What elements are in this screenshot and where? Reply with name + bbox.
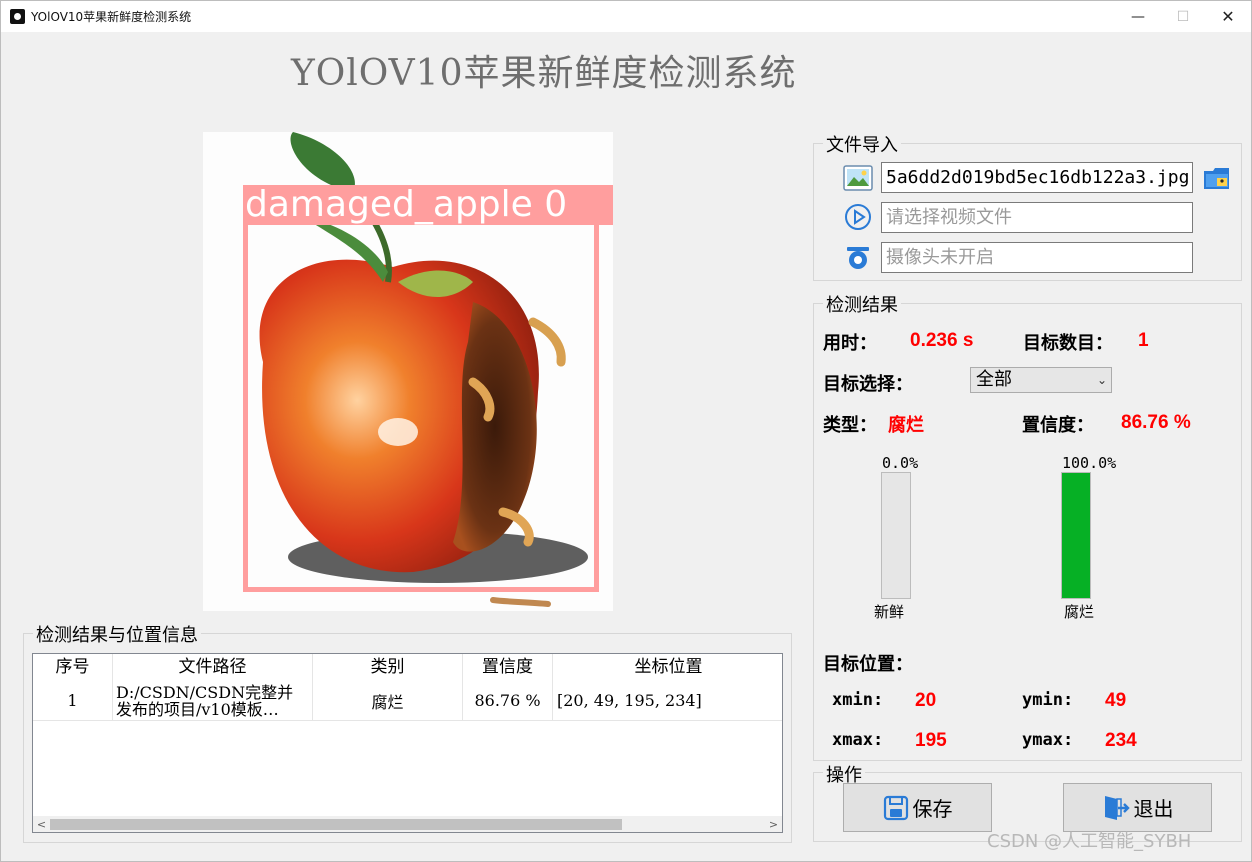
chevron-down-icon: ⌄ — [1096, 373, 1107, 387]
scrollbar-thumb[interactable] — [50, 819, 622, 830]
fresh-progress-bar — [881, 472, 911, 599]
column-header-index[interactable]: 序号 — [33, 654, 113, 681]
save-icon — [883, 795, 908, 820]
close-button[interactable]: ✕ — [1205, 1, 1251, 32]
cell-coords[interactable]: [20, 49, 195, 234] — [553, 681, 782, 720]
ymax-value: 234 — [1105, 730, 1137, 751]
ymin-value: 49 — [1105, 690, 1127, 711]
title-bar: YOlOV10苹果新鲜度检测系统 — ☐ ✕ — [1, 1, 1251, 32]
save-button[interactable]: 保存 — [843, 783, 992, 832]
file-import-title: 文件导入 — [823, 131, 901, 157]
column-header-coords[interactable]: 坐标位置 — [553, 654, 782, 681]
confidence-value: 86.76 % — [1121, 412, 1191, 433]
results-table-title: 检测结果与位置信息 — [33, 621, 201, 647]
video-file-field[interactable]: 请选择视频文件 — [881, 202, 1193, 233]
image-file-icon[interactable] — [843, 163, 873, 193]
column-header-confidence[interactable]: 置信度 — [463, 654, 553, 681]
window-title: YOlOV10苹果新鲜度检测系统 — [31, 10, 192, 24]
xmin-label: xmin: — [832, 690, 884, 710]
cell-confidence[interactable]: 86.76 % — [463, 681, 553, 720]
cell-path-line1: D:/CSDN/CSDN完整并 — [116, 682, 294, 702]
row-divider — [33, 720, 782, 721]
ymax-label: ymax: — [1022, 730, 1074, 750]
rotten-progress-bar — [1061, 472, 1091, 599]
maximize-button[interactable]: ☐ — [1160, 1, 1206, 32]
detection-results-title: 检测结果 — [823, 291, 901, 317]
target-select-value: 全部 — [976, 369, 1012, 390]
cell-index[interactable]: 1 — [33, 681, 113, 720]
target-count-value: 1 — [1138, 330, 1149, 351]
horizontal-scrollbar[interactable]: < > — [33, 816, 782, 832]
target-select-dropdown[interactable]: 全部 ⌄ — [970, 367, 1112, 393]
cell-path-line2: 发布的项目/v10模板… — [116, 699, 279, 719]
column-header-category[interactable]: 类别 — [313, 654, 463, 681]
type-value: 腐烂 — [888, 415, 924, 436]
camera-icon[interactable] — [843, 242, 873, 272]
save-button-label: 保存 — [912, 797, 953, 821]
watermark: CSDN @人工智能_SYBH — [987, 831, 1192, 852]
xmin-value: 20 — [915, 690, 937, 711]
rotten-bar-percent: 100.0% — [1062, 454, 1117, 472]
fresh-bar-label: 新鲜 — [874, 603, 905, 621]
ymin-label: ymin: — [1022, 690, 1074, 710]
rotten-bar-label: 腐烂 — [1064, 603, 1095, 621]
scroll-left-icon[interactable]: < — [33, 816, 50, 832]
app-icon — [10, 9, 25, 24]
scroll-right-icon[interactable]: > — [765, 816, 782, 832]
results-table[interactable]: 序号 文件路径 类别 置信度 坐标位置 1 D:/CSDN/CSDN完整并 发布… — [32, 653, 783, 833]
detection-bounding-box — [243, 220, 599, 592]
time-label: 用时： — [823, 333, 877, 354]
detection-label: damaged_apple 0 — [245, 184, 568, 225]
rotten-progress-fill — [1062, 473, 1090, 598]
exit-button[interactable]: 退出 — [1063, 783, 1212, 832]
page-title: YOlOV10苹果新鲜度检测系统 — [291, 53, 797, 94]
camera-field[interactable]: 摄像头未开启 — [881, 242, 1193, 273]
xmax-value: 195 — [915, 730, 947, 751]
detection-image-view: damaged_apple 0 — [203, 132, 613, 611]
xmax-label: xmax: — [832, 730, 884, 750]
target-count-label: 目标数目： — [1023, 333, 1113, 354]
fresh-bar-percent: 0.0% — [882, 454, 919, 472]
app-window: YOlOV10苹果新鲜度检测系统 — ☐ ✕ YOlOV10苹果新鲜度检测系统 — [0, 0, 1252, 862]
target-select-label: 目标选择： — [823, 374, 913, 395]
folder-open-icon[interactable] — [1202, 163, 1232, 193]
minimize-button[interactable]: — — [1115, 1, 1161, 32]
target-position-label: 目标位置： — [823, 654, 913, 675]
exit-button-label: 退出 — [1133, 797, 1174, 821]
time-value: 0.236 s — [910, 330, 974, 351]
column-header-path[interactable]: 文件路径 — [113, 654, 313, 681]
exit-icon — [1104, 795, 1130, 820]
cell-category[interactable]: 腐烂 — [313, 681, 463, 720]
cell-path[interactable]: D:/CSDN/CSDN完整并 发布的项目/v10模板… — [113, 681, 313, 720]
confidence-label: 置信度： — [1022, 415, 1094, 436]
type-label: 类型： — [823, 415, 877, 436]
image-path-field[interactable]: 5a6dd2d019bd5ec16db122a3.jpg — [881, 162, 1193, 193]
video-play-icon[interactable] — [843, 202, 873, 232]
